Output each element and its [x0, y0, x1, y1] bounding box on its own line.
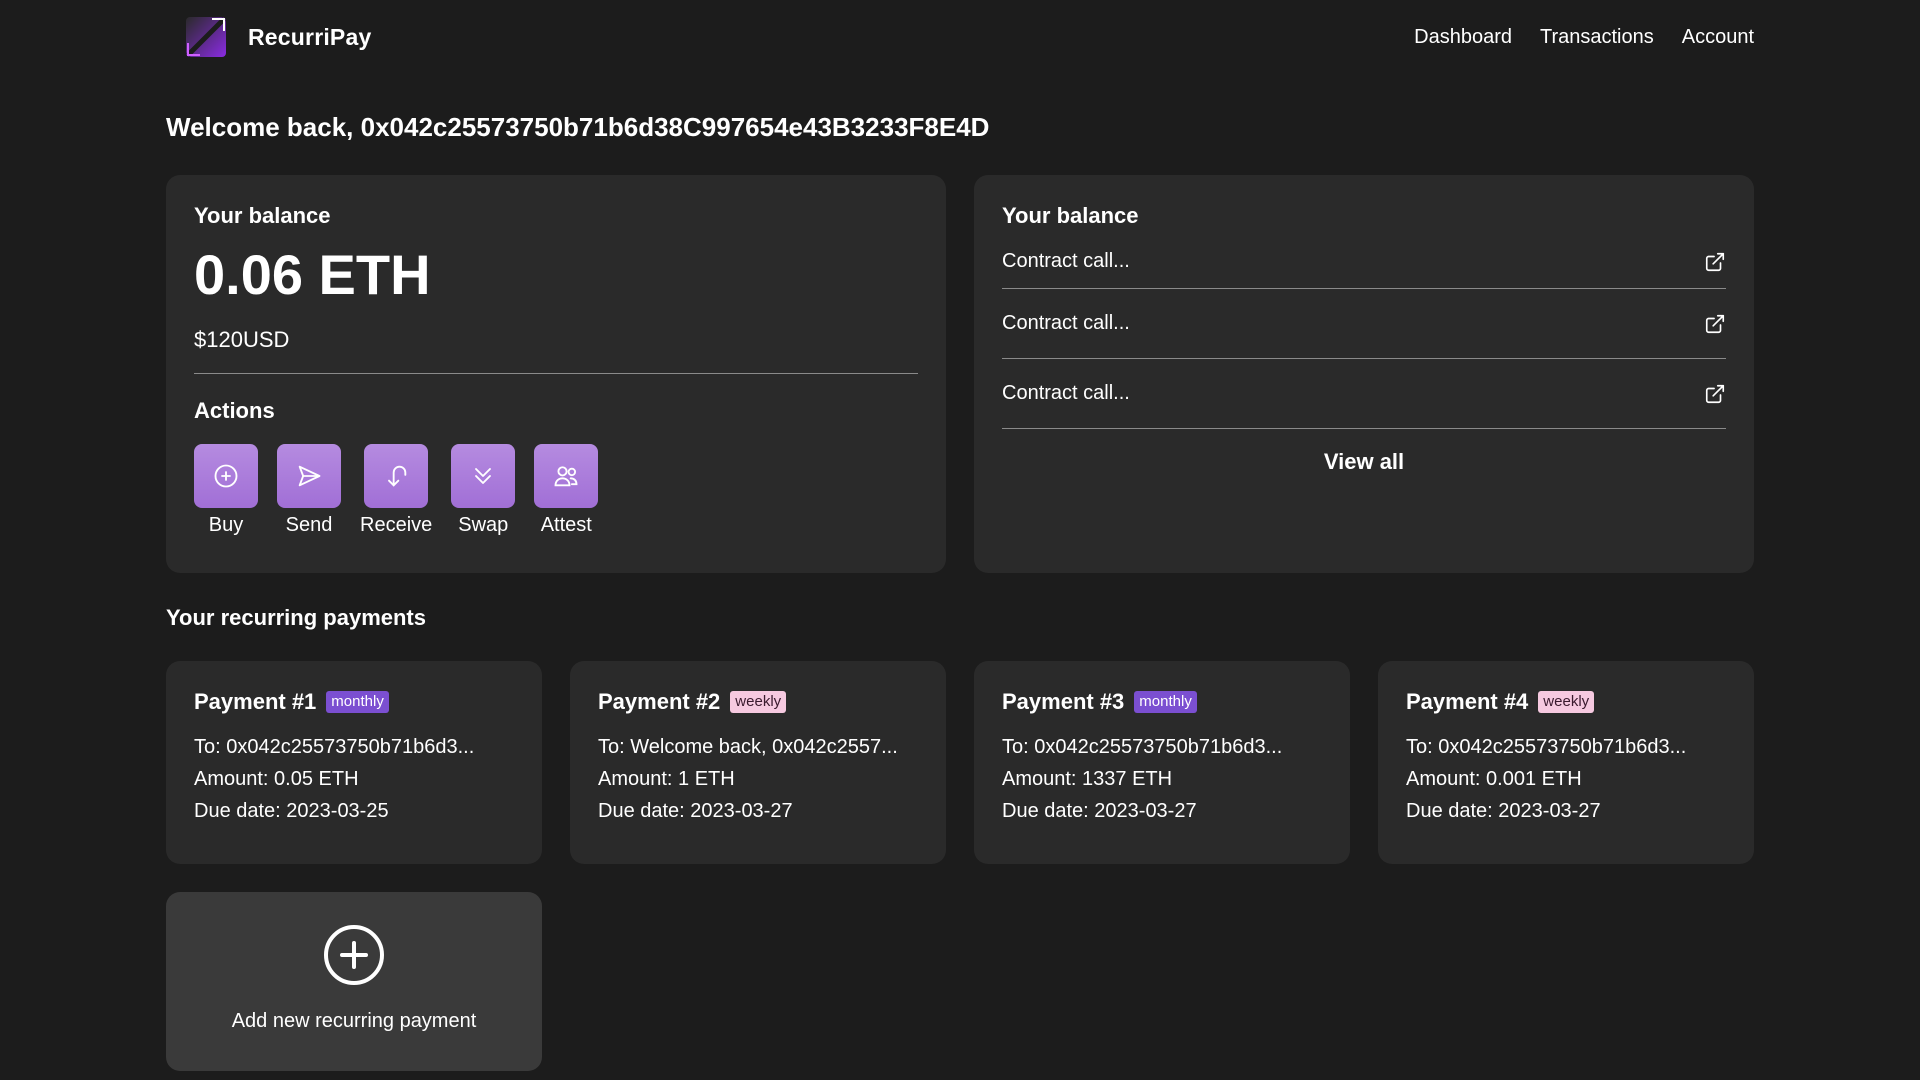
actions-row: Buy Send Receive Swap Attest: [194, 444, 918, 537]
attest-action[interactable]: Attest: [534, 444, 599, 537]
payment-details: To: 0x042c25573750b71b6d3... Amount: 0.0…: [194, 731, 514, 827]
buy-button[interactable]: [194, 444, 258, 508]
payment-amount: Amount: 1 ETH: [598, 768, 735, 790]
payment-card-3[interactable]: Payment #3 monthly To: 0x042c25573750b71…: [974, 661, 1350, 864]
balance-divider: [194, 373, 918, 374]
payment-amount: Amount: 1337 ETH: [1002, 768, 1173, 790]
payment-header: Payment #1 monthly: [194, 689, 514, 715]
payment-due-date: Due date: 2023-03-27: [1406, 800, 1601, 822]
payment-name: Payment #1: [194, 689, 317, 714]
frequency-badge: weekly: [730, 691, 787, 713]
nav-dashboard[interactable]: Dashboard: [1414, 26, 1512, 49]
payment-name: Payment #3: [1002, 689, 1125, 714]
activity-card: Your balance Contract call... Contract c…: [974, 175, 1754, 573]
payment-details: To: 0x042c25573750b71b6d3... Amount: 0.0…: [1406, 731, 1726, 827]
payment-card-2[interactable]: Payment #2 weekly To: Welcome back, 0x04…: [570, 661, 946, 864]
activity-list: Contract call... Contract call... Contra…: [1002, 235, 1726, 429]
payment-recipient: To: 0x042c25573750b71b6d3...: [1002, 736, 1283, 758]
payment-header: Payment #4 weekly: [1406, 689, 1726, 715]
receive-action[interactable]: Receive: [360, 444, 432, 537]
usd-balance: $120USD: [194, 327, 290, 352]
swap-button[interactable]: [451, 444, 516, 508]
payment-amount: Amount: 0.001 ETH: [1406, 768, 1582, 790]
swap-icon: [475, 468, 492, 484]
send-action[interactable]: Send: [277, 444, 341, 537]
receive-icon: [388, 465, 407, 487]
attest-label: Attest: [540, 514, 592, 536]
payment-due-date: Due date: 2023-03-27: [598, 800, 793, 822]
top-header: RecurriPay Dashboard Transactions Accoun…: [166, 0, 1754, 74]
external-link-icon[interactable]: [1704, 251, 1726, 273]
activity-title: Your balance: [1002, 203, 1139, 228]
recurripay-logo-icon: [186, 17, 226, 57]
actions-title: Actions: [194, 398, 275, 423]
receive-label: Receive: [360, 514, 433, 536]
plus-circle-icon: [214, 464, 238, 488]
frequency-badge: monthly: [326, 691, 389, 713]
payment-details: To: Welcome back, 0x042c2557... Amount: …: [598, 731, 918, 827]
add-recurring-payment-label: Add new recurring payment: [231, 1010, 477, 1032]
activity-item[interactable]: Contract call...: [1002, 289, 1726, 359]
balance-card: Your balance 0.06 ETH $120USD Actions Bu…: [166, 175, 946, 573]
payment-name: Payment #2: [598, 689, 721, 714]
swap-action[interactable]: Swap: [451, 444, 516, 537]
nav-transactions[interactable]: Transactions: [1540, 26, 1654, 49]
payment-due-date: Due date: 2023-03-25: [194, 800, 389, 822]
main-nav: Dashboard Transactions Account: [1414, 26, 1754, 49]
frequency-badge: weekly: [1538, 691, 1595, 713]
payment-recipient: To: 0x042c25573750b71b6d3...: [194, 736, 475, 758]
activity-item[interactable]: Contract call...: [1002, 235, 1726, 289]
activity-item-label: Contract call...: [1002, 250, 1130, 272]
buy-action[interactable]: Buy: [194, 444, 258, 537]
payment-recipient: To: Welcome back, 0x042c2557...: [598, 736, 898, 758]
external-link-icon[interactable]: [1704, 313, 1726, 335]
payment-due-date: Due date: 2023-03-27: [1002, 800, 1197, 822]
attest-button[interactable]: [534, 444, 599, 508]
send-button[interactable]: [277, 444, 341, 508]
add-recurring-payment-button[interactable]: Add new recurring payment: [166, 892, 542, 1071]
payment-header: Payment #3 monthly: [1002, 689, 1322, 715]
activity-item-label: Contract call...: [1002, 382, 1130, 404]
activity-item[interactable]: Contract call...: [1002, 359, 1726, 429]
nav-account[interactable]: Account: [1682, 26, 1754, 49]
eth-balance: 0.06 ETH: [194, 243, 431, 306]
welcome-heading: Welcome back, 0x042c25573750b71b6d38C997…: [166, 112, 990, 142]
balance-title: Your balance: [194, 203, 331, 228]
payment-amount: Amount: 0.05 ETH: [194, 768, 359, 790]
payment-card-4[interactable]: Payment #4 weekly To: 0x042c25573750b71b…: [1378, 661, 1754, 864]
external-link-icon[interactable]: [1704, 383, 1726, 405]
activity-item-label: Contract call...: [1002, 312, 1130, 334]
payment-header: Payment #2 weekly: [598, 689, 918, 715]
frequency-badge: monthly: [1134, 691, 1197, 713]
view-all-link[interactable]: View all: [1002, 449, 1726, 475]
brand-name: RecurriPay: [248, 23, 372, 50]
payment-card-1[interactable]: Payment #1 monthly To: 0x042c25573750b71…: [166, 661, 542, 864]
payment-recipient: To: 0x042c25573750b71b6d3...: [1406, 736, 1687, 758]
send-label: Send: [285, 514, 333, 536]
brand[interactable]: RecurriPay: [166, 13, 371, 61]
send-icon: [298, 465, 321, 487]
buy-label: Buy: [208, 514, 244, 536]
plus-circle-icon: [324, 925, 384, 985]
payment-name: Payment #4: [1406, 689, 1529, 714]
recurring-payments-title: Your recurring payments: [166, 605, 426, 630]
users-icon: [554, 466, 578, 487]
swap-label: Swap: [458, 514, 509, 536]
receive-button[interactable]: [364, 444, 429, 508]
payment-details: To: 0x042c25573750b71b6d3... Amount: 133…: [1002, 731, 1322, 827]
